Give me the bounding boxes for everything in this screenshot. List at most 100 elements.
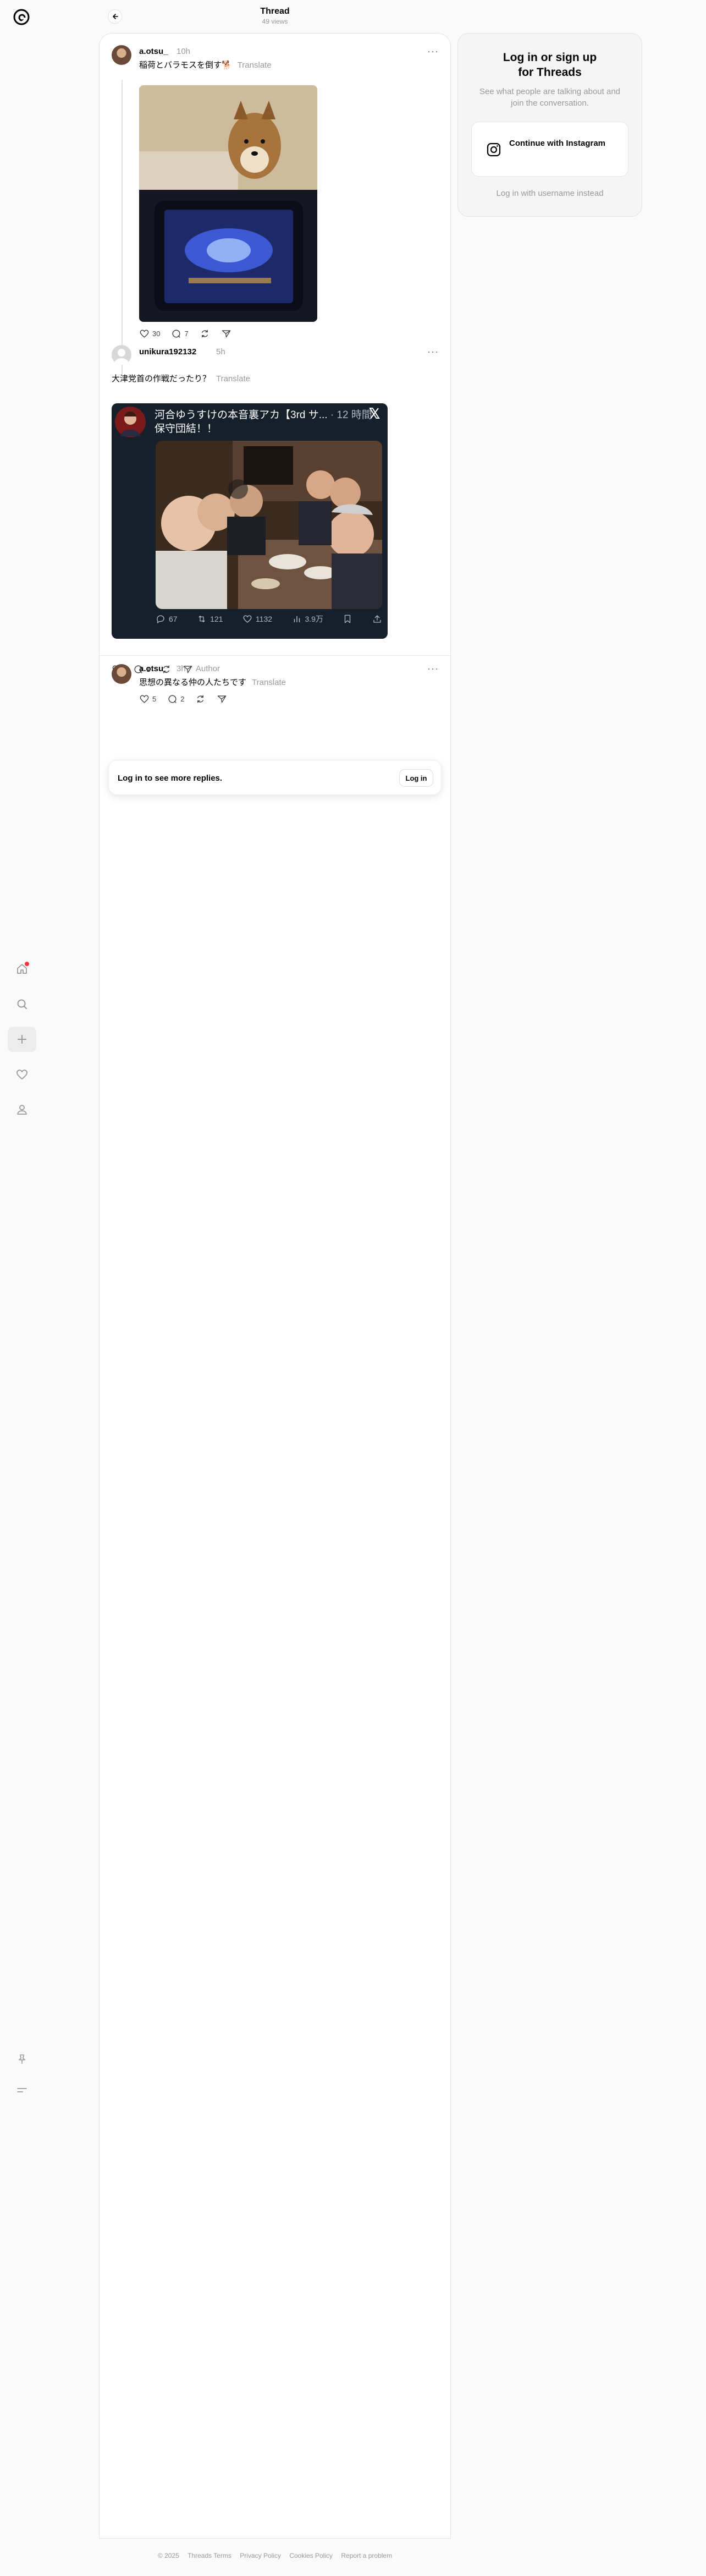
post-time-and-author: 3h Author	[176, 664, 220, 673]
translate-link[interactable]: Translate	[252, 678, 286, 687]
more-options-button[interactable]: ···	[427, 663, 439, 675]
repost-icon	[201, 330, 208, 338]
login-prompt-text: Log in to see more replies.	[118, 774, 223, 783]
post-actions: 5 2	[139, 694, 227, 704]
avatar[interactable]	[112, 664, 131, 684]
footer-cookies-link[interactable]: Cookies Policy	[289, 2552, 333, 2559]
left-navigation-rail	[0, 0, 42, 2576]
repost-button[interactable]	[195, 694, 206, 704]
nav-home[interactable]	[8, 956, 36, 982]
reply-button[interactable]: 2	[167, 694, 184, 704]
login-prompt: Log in to see more replies. Log in	[108, 760, 442, 795]
nav-search[interactable]	[8, 991, 36, 1017]
post-text-content: 稲荷とバラモスを倒す🐕	[139, 61, 232, 70]
default-avatar-icon	[114, 349, 129, 365]
send-icon	[218, 695, 227, 703]
post-username[interactable]: a.otsu_	[139, 47, 168, 56]
author-label: Author	[195, 664, 220, 673]
share-button[interactable]	[221, 328, 231, 339]
side-title-line1: Log in or sign up	[503, 51, 597, 64]
footer: © 2025 Threads Terms Privacy Policy Cook…	[99, 2552, 451, 2559]
share-button[interactable]	[217, 694, 227, 704]
threads-logo-icon[interactable]	[12, 8, 31, 26]
side-description: See what people are talking about and jo…	[479, 87, 621, 108]
side-title-line2: for Threads	[518, 66, 582, 79]
like-count: 30	[152, 330, 161, 338]
embed-retweet-stat[interactable]: 121	[197, 614, 223, 624]
translate-link[interactable]: Translate	[216, 374, 250, 383]
menu-icon	[17, 2088, 27, 2092]
post-text-content: 思想の異なる仲の人たちです	[139, 678, 247, 687]
view-count: 49 views	[262, 18, 288, 25]
thread-connector-line	[122, 80, 123, 375]
embed-reply-stat[interactable]: 67	[156, 614, 178, 624]
footer-report-link[interactable]: Report a problem	[341, 2552, 392, 2559]
post-original: a.otsu_ 10h ··· 稲荷とバラモスを倒す🐕 Translate 30…	[100, 43, 450, 375]
login-side-panel: Log in or sign up for Threads See what p…	[457, 33, 642, 217]
post-time: 10h	[176, 47, 191, 56]
repost-icon	[197, 695, 204, 703]
group-dinner-photo	[156, 441, 382, 609]
instagram-icon	[487, 142, 501, 157]
post-username[interactable]: a.otsu_	[139, 664, 168, 673]
username-login-link[interactable]: Log in with username instead	[458, 189, 642, 198]
heart-icon	[140, 330, 149, 338]
embed-subtitle: 保守団結！！	[155, 423, 218, 435]
heart-icon	[243, 615, 252, 623]
repost-button[interactable]	[200, 328, 210, 339]
post-username[interactable]: unikura192132	[139, 347, 196, 357]
embed-avatar	[115, 407, 146, 437]
nav-create[interactable]	[8, 1027, 36, 1052]
bookmark-icon	[345, 615, 351, 623]
continue-with-instagram-button[interactable]: Continue with Instagram	[471, 122, 628, 177]
thread-header: Thread 49 views	[99, 0, 451, 32]
post-image[interactable]	[139, 85, 317, 322]
nav-menu[interactable]	[8, 2078, 36, 2103]
avatar[interactable]	[112, 345, 131, 365]
post-time: 5h	[216, 347, 225, 357]
comment-icon	[168, 695, 176, 703]
embed-share-button[interactable]	[372, 614, 382, 624]
comment-icon	[172, 330, 181, 338]
more-options-button[interactable]: ···	[427, 346, 439, 358]
footer-privacy-link[interactable]: Privacy Policy	[240, 2552, 281, 2559]
footer-copyright: © 2025	[157, 2552, 179, 2559]
post-text: 稲荷とバラモスを倒す🐕 Translate	[139, 59, 272, 70]
like-count: 5	[152, 695, 157, 703]
notification-dot	[25, 962, 29, 966]
embed-views-stat[interactable]: 3.9万	[292, 613, 323, 624]
plus-icon	[18, 1035, 26, 1044]
post-time: 3h	[176, 664, 186, 673]
embedded-tweet[interactable]: 河合ゆうすけの本音裏アカ【3rd サ... · 12 時間 保守団結！！ 67 …	[112, 403, 388, 639]
x-logo-icon[interactable]	[368, 407, 381, 420]
instagram-button-label: Continue with Instagram	[509, 139, 606, 148]
embed-like-stat[interactable]: 1132	[242, 614, 272, 624]
like-button[interactable]: 30	[139, 328, 160, 339]
login-button[interactable]: Log in	[399, 769, 433, 787]
reply-count: 7	[184, 330, 189, 338]
footer-terms-link[interactable]: Threads Terms	[187, 2552, 231, 2559]
more-options-button[interactable]: ···	[427, 46, 439, 57]
thread-feed: a.otsu_ 10h ··· 稲荷とバラモスを倒す🐕 Translate 30…	[99, 33, 451, 2539]
like-button[interactable]: 5	[139, 694, 156, 704]
profile-icon	[17, 1105, 27, 1115]
upload-icon	[373, 615, 381, 623]
nav-activity[interactable]	[8, 1062, 36, 1087]
nav-profile[interactable]	[8, 1097, 36, 1122]
post-text-content: 大津党首の作戦だったり？	[112, 374, 211, 383]
dog-with-game-screen-image	[139, 85, 317, 322]
bar-chart-icon	[294, 616, 300, 622]
translate-link[interactable]: Translate	[238, 61, 272, 70]
post-text: 思想の異なる仲の人たちです Translate	[139, 676, 286, 688]
embed-reply-count: 67	[169, 615, 178, 623]
reply-button[interactable]: 7	[171, 328, 189, 339]
embed-view-count: 3.9万	[305, 615, 323, 623]
embed-like-count: 1132	[255, 615, 273, 623]
send-icon	[222, 330, 231, 338]
embed-bookmark-button[interactable]	[343, 614, 352, 624]
avatar[interactable]	[112, 45, 131, 65]
embed-photo[interactable]	[156, 441, 382, 609]
nav-pin[interactable]	[8, 2047, 36, 2072]
post-author-reply: a.otsu_ 3h Author ··· 思想の異なる仲の人たちです Trans…	[100, 662, 450, 739]
reply-count: 2	[180, 695, 185, 703]
